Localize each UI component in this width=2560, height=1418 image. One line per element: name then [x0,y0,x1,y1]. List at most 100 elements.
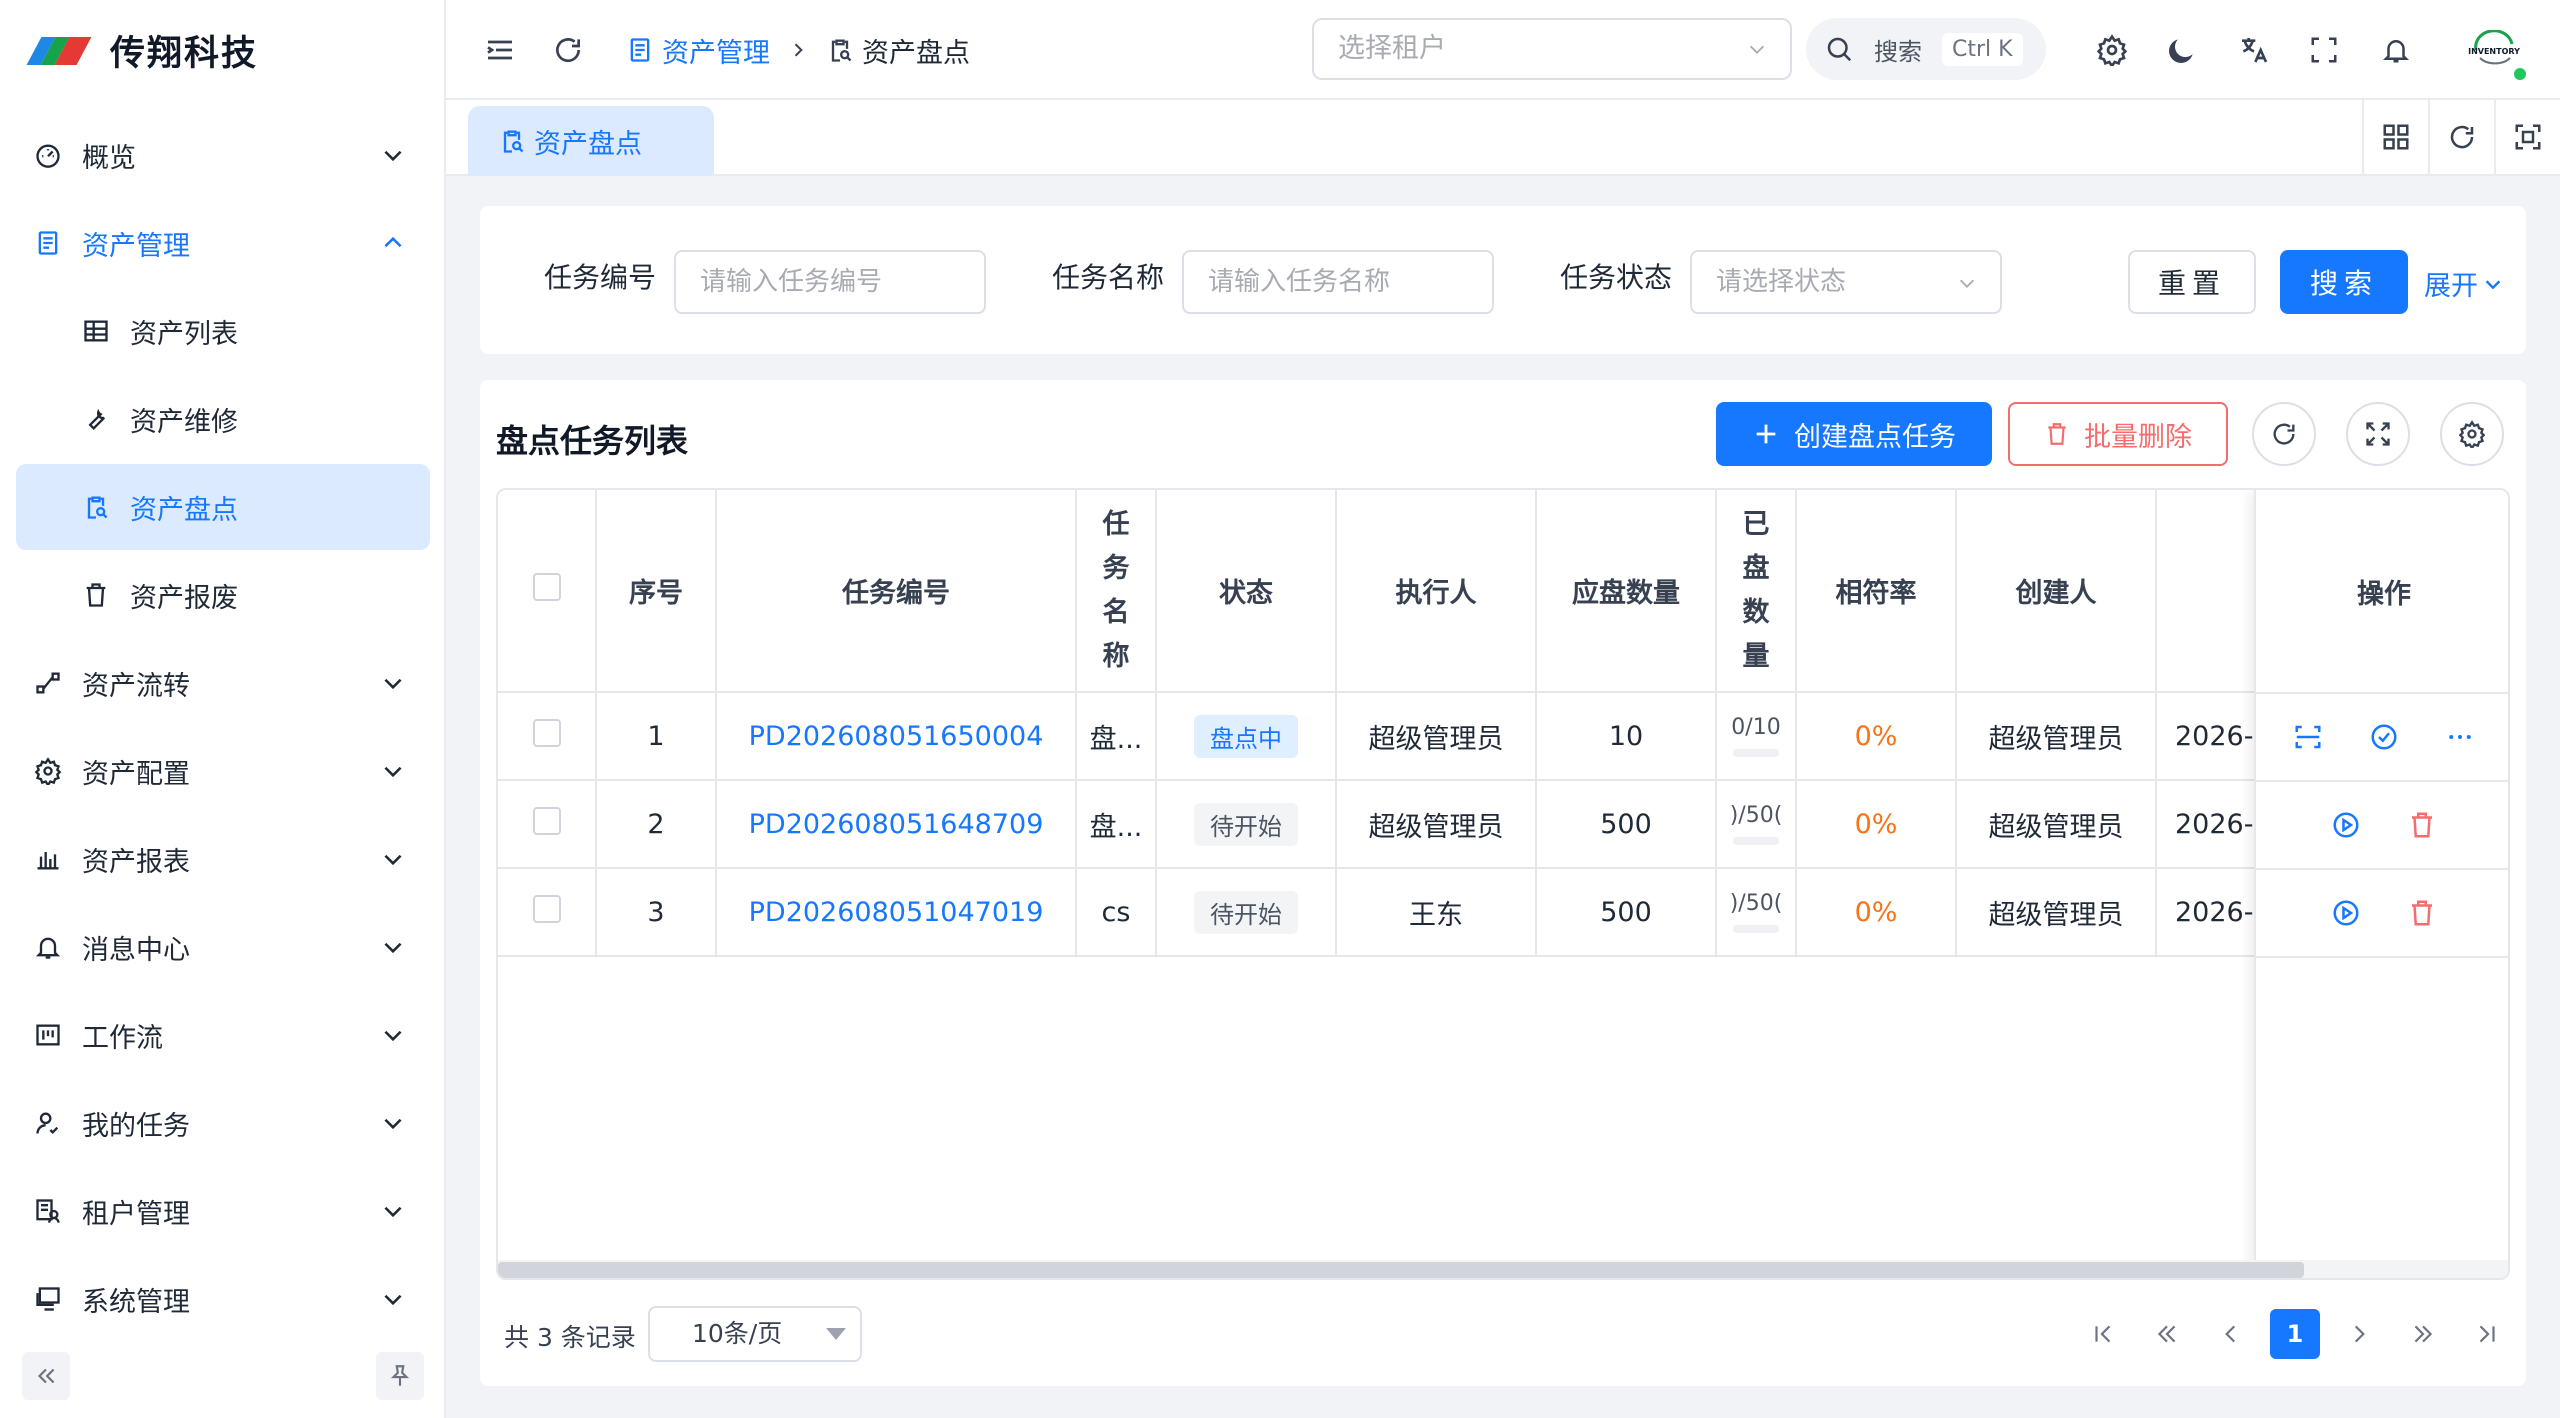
dark-mode-toggle[interactable] [2162,30,2202,70]
menu-toggle-button[interactable] [480,30,520,70]
chevron-down-icon [384,1294,402,1306]
sidebar-item-asset-config[interactable]: 资产配置 [16,728,430,814]
tab-maximize-button[interactable] [2494,100,2560,174]
prev-page-button[interactable] [2206,1309,2256,1359]
user-avatar[interactable]: INVENTORY [2466,22,2528,82]
sidebar-item-workflow[interactable]: 工作流 [16,992,430,1078]
sidebar-item-asset-list[interactable]: 资产列表 [16,288,430,374]
row-checkbox[interactable] [532,718,561,747]
delete-button[interactable] [2406,897,2438,929]
task-no-input[interactable]: 请输入任务编号 [674,250,986,314]
inventory-task-panel: 盘点任务列表 创建盘点任务 批量删除 序号 任务编号 任务名称 状态 执行人 应… [480,380,2526,1386]
settings-button[interactable] [2092,30,2132,70]
play-circle-button[interactable] [2330,809,2362,841]
refresh-icon [2273,423,2295,445]
notifications-button[interactable] [2376,30,2416,70]
row-checkbox[interactable] [532,894,561,923]
match-rate-cell: 0% [1796,692,1957,781]
task-no-link[interactable]: PD202608051648709 [749,809,1044,840]
table-row[interactable]: 2 PD202608051648709 盘... 待开始 超级管理员 500)/50(0%… [498,780,2508,869]
counted-progress-text: )/50( [1729,891,1783,916]
task-name-cell: 盘... [1076,692,1157,781]
task-no-link[interactable]: PD202608051650004 [749,721,1044,752]
next-page-button[interactable] [2334,1309,2384,1359]
tenant-select[interactable]: 选择租户 [1312,18,1792,80]
panel-title: 盘点任务列表 [496,422,689,460]
tab-asset-inventory[interactable]: 资产盘点 [468,106,714,176]
column-header-operations: 操作 [2256,490,2508,694]
delete-icon [2407,810,2437,840]
create-inventory-task-button[interactable]: 创建盘点任务 [1716,402,1992,466]
sidebar-item-asset-reports[interactable]: 资产报表 [16,816,430,902]
sidebar-item-asset-flow[interactable]: 资产流转 [16,640,430,726]
sidebar-item-asset-scrap[interactable]: 资产报废 [16,552,430,638]
breadcrumb-asset-management[interactable]: 资产管理 [626,31,770,70]
fullscreen-button[interactable] [2304,30,2344,70]
table-refresh-button[interactable] [2252,402,2316,466]
chevron-down-icon [1959,279,1975,288]
reset-button[interactable]: 重置 [2128,250,2256,314]
sidebar-item-tenant-management[interactable]: 租户管理 [16,1168,430,1254]
page-size-select[interactable]: 10条/页 [648,1306,862,1362]
brand-logo[interactable]: 传翔科技 [26,24,258,76]
table-horizontal-scrollbar[interactable] [498,1260,2508,1278]
collapse-sidebar-button[interactable] [22,1352,70,1400]
sidebar-item-overview[interactable]: 概览 [16,112,430,198]
tab-refresh-button[interactable] [2428,100,2494,174]
search-button[interactable]: 搜索 [2280,250,2408,314]
play-circle-button[interactable] [2330,897,2362,929]
task-status-select[interactable]: 请选择状态 [1690,250,2002,314]
select-all-cell [498,490,597,693]
table-settings-button[interactable] [2440,402,2504,466]
sidebar-item-label: 资产报表 [82,846,190,878]
sidebar-item-asset-inventory[interactable]: 资产盘点 [16,464,430,550]
sidebar-item-message-center[interactable]: 消息中心 [16,904,430,990]
last-page-button[interactable] [2462,1309,2512,1359]
global-search-button[interactable]: 搜索 Ctrl K [1806,18,2046,80]
task-no-link[interactable]: PD202608051047019 [749,897,1044,928]
scrollbar-thumb[interactable] [498,1262,2304,1278]
next-group-button[interactable] [2398,1309,2448,1359]
sidebar-item-label: 资产报废 [130,582,238,614]
page-1-button[interactable]: 1 [2270,1309,2320,1359]
batch-delete-button[interactable]: 批量删除 [2008,402,2228,466]
sidebar-item-my-tasks[interactable]: 我的任务 [16,1080,430,1166]
sidebar-item-label: 资产管理 [82,230,190,262]
sidebar-item-asset-repair[interactable]: 资产维修 [16,376,430,462]
refresh-page-button[interactable] [548,30,588,70]
table-fullscreen-button[interactable] [2346,402,2410,466]
gear-icon [2096,34,2128,66]
select-all-checkbox[interactable] [532,573,561,601]
chevron-down-icon [384,678,402,690]
sidebar-item-label: 资产流转 [82,670,190,702]
search-shortcut: Ctrl K [1942,32,2023,66]
chevron-down-icon [384,150,402,162]
task-no-cell: PD202608051648709 [716,780,1077,869]
prev-group-button[interactable] [2142,1309,2192,1359]
table-row[interactable]: 1 PD202608051650004 盘... 盘点中 超级管理员 10 0/10 0% 超级… [498,692,2508,781]
scan-button[interactable] [2292,721,2324,753]
task-name-input[interactable]: 请输入任务名称 [1182,250,1494,314]
table-row[interactable]: 3 PD202608051047019 cs 待开始 王东 500)/50(0% 超级管理员… [498,868,2508,957]
double-chevron-right-icon [2414,1325,2433,1343]
sidebar-item-system-management[interactable]: 系统管理 [16,1256,430,1342]
first-page-button[interactable] [2078,1309,2128,1359]
tab-menu-button[interactable] [2362,100,2428,174]
expand-filters-button[interactable]: 展开 [2424,264,2504,303]
language-button[interactable] [2234,30,2274,70]
delete-button[interactable] [2406,809,2438,841]
chevron-down-icon [384,766,402,778]
more-button[interactable] [2444,721,2476,753]
row-checkbox[interactable] [532,806,561,835]
chevron-down-icon [384,854,402,866]
sidebar-item-label: 资产维修 [130,406,238,438]
check-circle-button[interactable] [2368,721,2400,753]
executor-cell: 超级管理员 [1336,692,1537,781]
column-header-counted-qty: 已盘数量 [1716,490,1797,693]
pin-sidebar-button[interactable] [376,1352,424,1400]
chevron-down-icon [1749,45,1765,54]
index-cell: 2 [596,780,717,869]
sidebar-item-asset-management[interactable]: 资产管理 [16,200,430,286]
clipboard-search-icon [831,39,852,62]
counted-progress-bar [1733,749,1779,757]
